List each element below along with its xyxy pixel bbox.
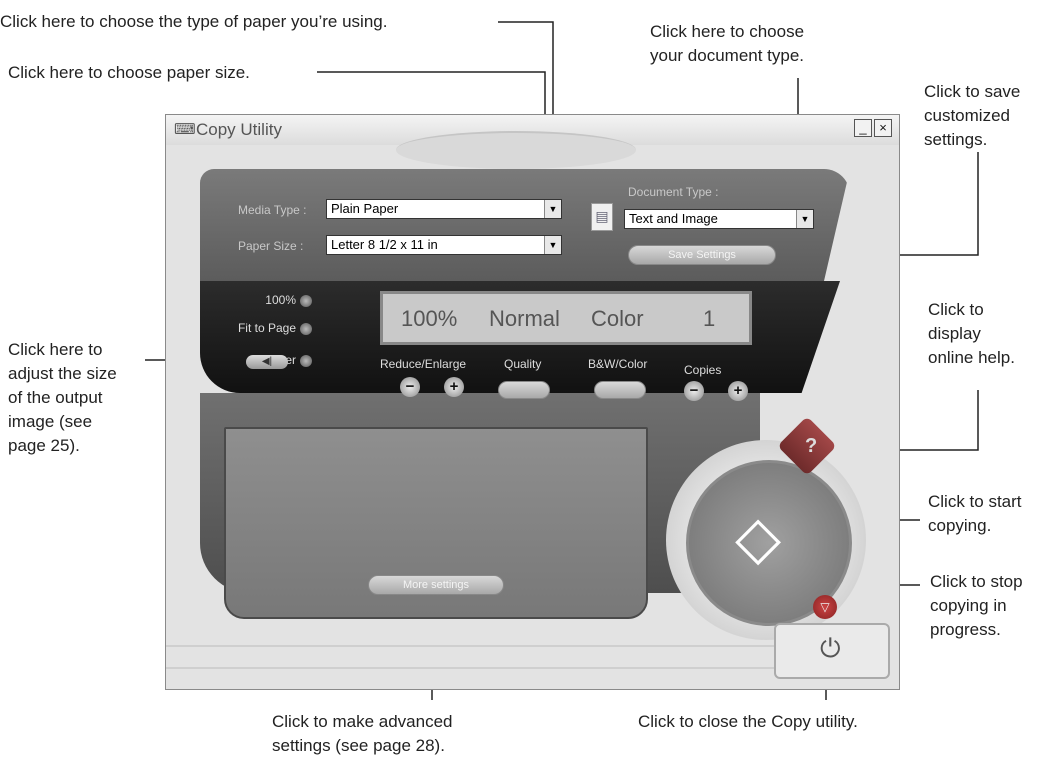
radio-fit-to-page[interactable] (300, 323, 312, 335)
copy-utility-window: ⌨ Copy Utility _ × Media Type : Plain Pa… (165, 114, 900, 690)
callout-paper-type: Click here to choose the type of paper y… (0, 12, 388, 31)
scale-option-100: 100% (265, 293, 296, 307)
callout-advanced: Click to make advanced settings (see pag… (272, 712, 453, 755)
media-type-select[interactable]: Plain Paper ▼ (326, 199, 562, 219)
callout-start: Click to start copying. (928, 492, 1022, 535)
display-quality: Normal (489, 306, 560, 331)
paper-size-select[interactable]: Letter 8 1/2 x 11 in ▼ (326, 235, 562, 255)
save-settings-button[interactable]: Save Settings (628, 245, 776, 265)
paper-size-label: Paper Size : (238, 239, 304, 253)
reduce-button[interactable]: − (400, 377, 420, 397)
reduce-enlarge-label: Reduce/Enlarge (380, 357, 467, 371)
document-type-label: Document Type : (628, 185, 719, 199)
display-copies: 1 (703, 306, 716, 331)
arrow-left-icon[interactable]: ◀| (246, 355, 288, 369)
copies-minus-button[interactable]: − (684, 381, 704, 401)
status-display: 100% Normal Color 1 (380, 291, 752, 345)
callout-output-size: Click here to adjust the size of the out… (8, 340, 117, 455)
window-title: Copy Utility (196, 120, 282, 139)
bottom-rail (166, 645, 776, 669)
copies-label: Copies (684, 363, 722, 377)
app-icon: ⌨ (174, 121, 196, 138)
document-type-select[interactable]: Text and Image ▼ (624, 209, 814, 229)
callout-save-settings: Click to save customized settings. (924, 82, 1021, 149)
more-settings-button[interactable]: More settings (368, 575, 504, 595)
start-icon: ◇ (735, 504, 782, 571)
quality-button[interactable] (498, 381, 550, 399)
scale-option-fit: Fit to Page (237, 321, 296, 335)
radio-100[interactable] (300, 295, 312, 307)
chevron-down-icon: ▼ (796, 210, 813, 228)
document-type-value: Text and Image (629, 211, 718, 226)
callout-document-type: Click here to choose your document type. (650, 22, 805, 65)
help-icon[interactable]: ? (805, 435, 817, 458)
callout-paper-size: Click here to choose paper size. (8, 63, 250, 82)
bw-color-label: B&W/Color (588, 357, 648, 371)
close-utility-button[interactable]: ⏻ (774, 623, 890, 679)
callout-stop: Click to stop copying in progress. (930, 572, 1023, 639)
power-icon: ⏻ (820, 633, 841, 663)
document-icon: ▤ (591, 203, 613, 231)
minimize-button[interactable]: _ (854, 119, 872, 137)
quality-label: Quality (504, 357, 542, 371)
media-type-label: Media Type : (238, 203, 307, 217)
copies-plus-button[interactable]: + (728, 381, 748, 401)
bw-color-button[interactable] (594, 381, 646, 399)
display-color: Color (591, 306, 644, 331)
enlarge-button[interactable]: + (444, 377, 464, 397)
chevron-down-icon: ▼ (544, 236, 561, 254)
radio-other[interactable] (300, 355, 312, 367)
callout-online-help: Click to display online help. (928, 300, 1015, 367)
callout-close: Click to close the Copy utility. (638, 712, 858, 731)
display-scale: 100% (401, 306, 458, 331)
media-type-value: Plain Paper (331, 201, 399, 216)
close-window-button[interactable]: × (874, 119, 892, 137)
paper-size-value: Letter 8 1/2 x 11 in (331, 237, 438, 252)
stop-button[interactable]: ▽ (813, 595, 837, 619)
chevron-down-icon: ▼ (544, 200, 561, 218)
title-hump (396, 131, 636, 169)
